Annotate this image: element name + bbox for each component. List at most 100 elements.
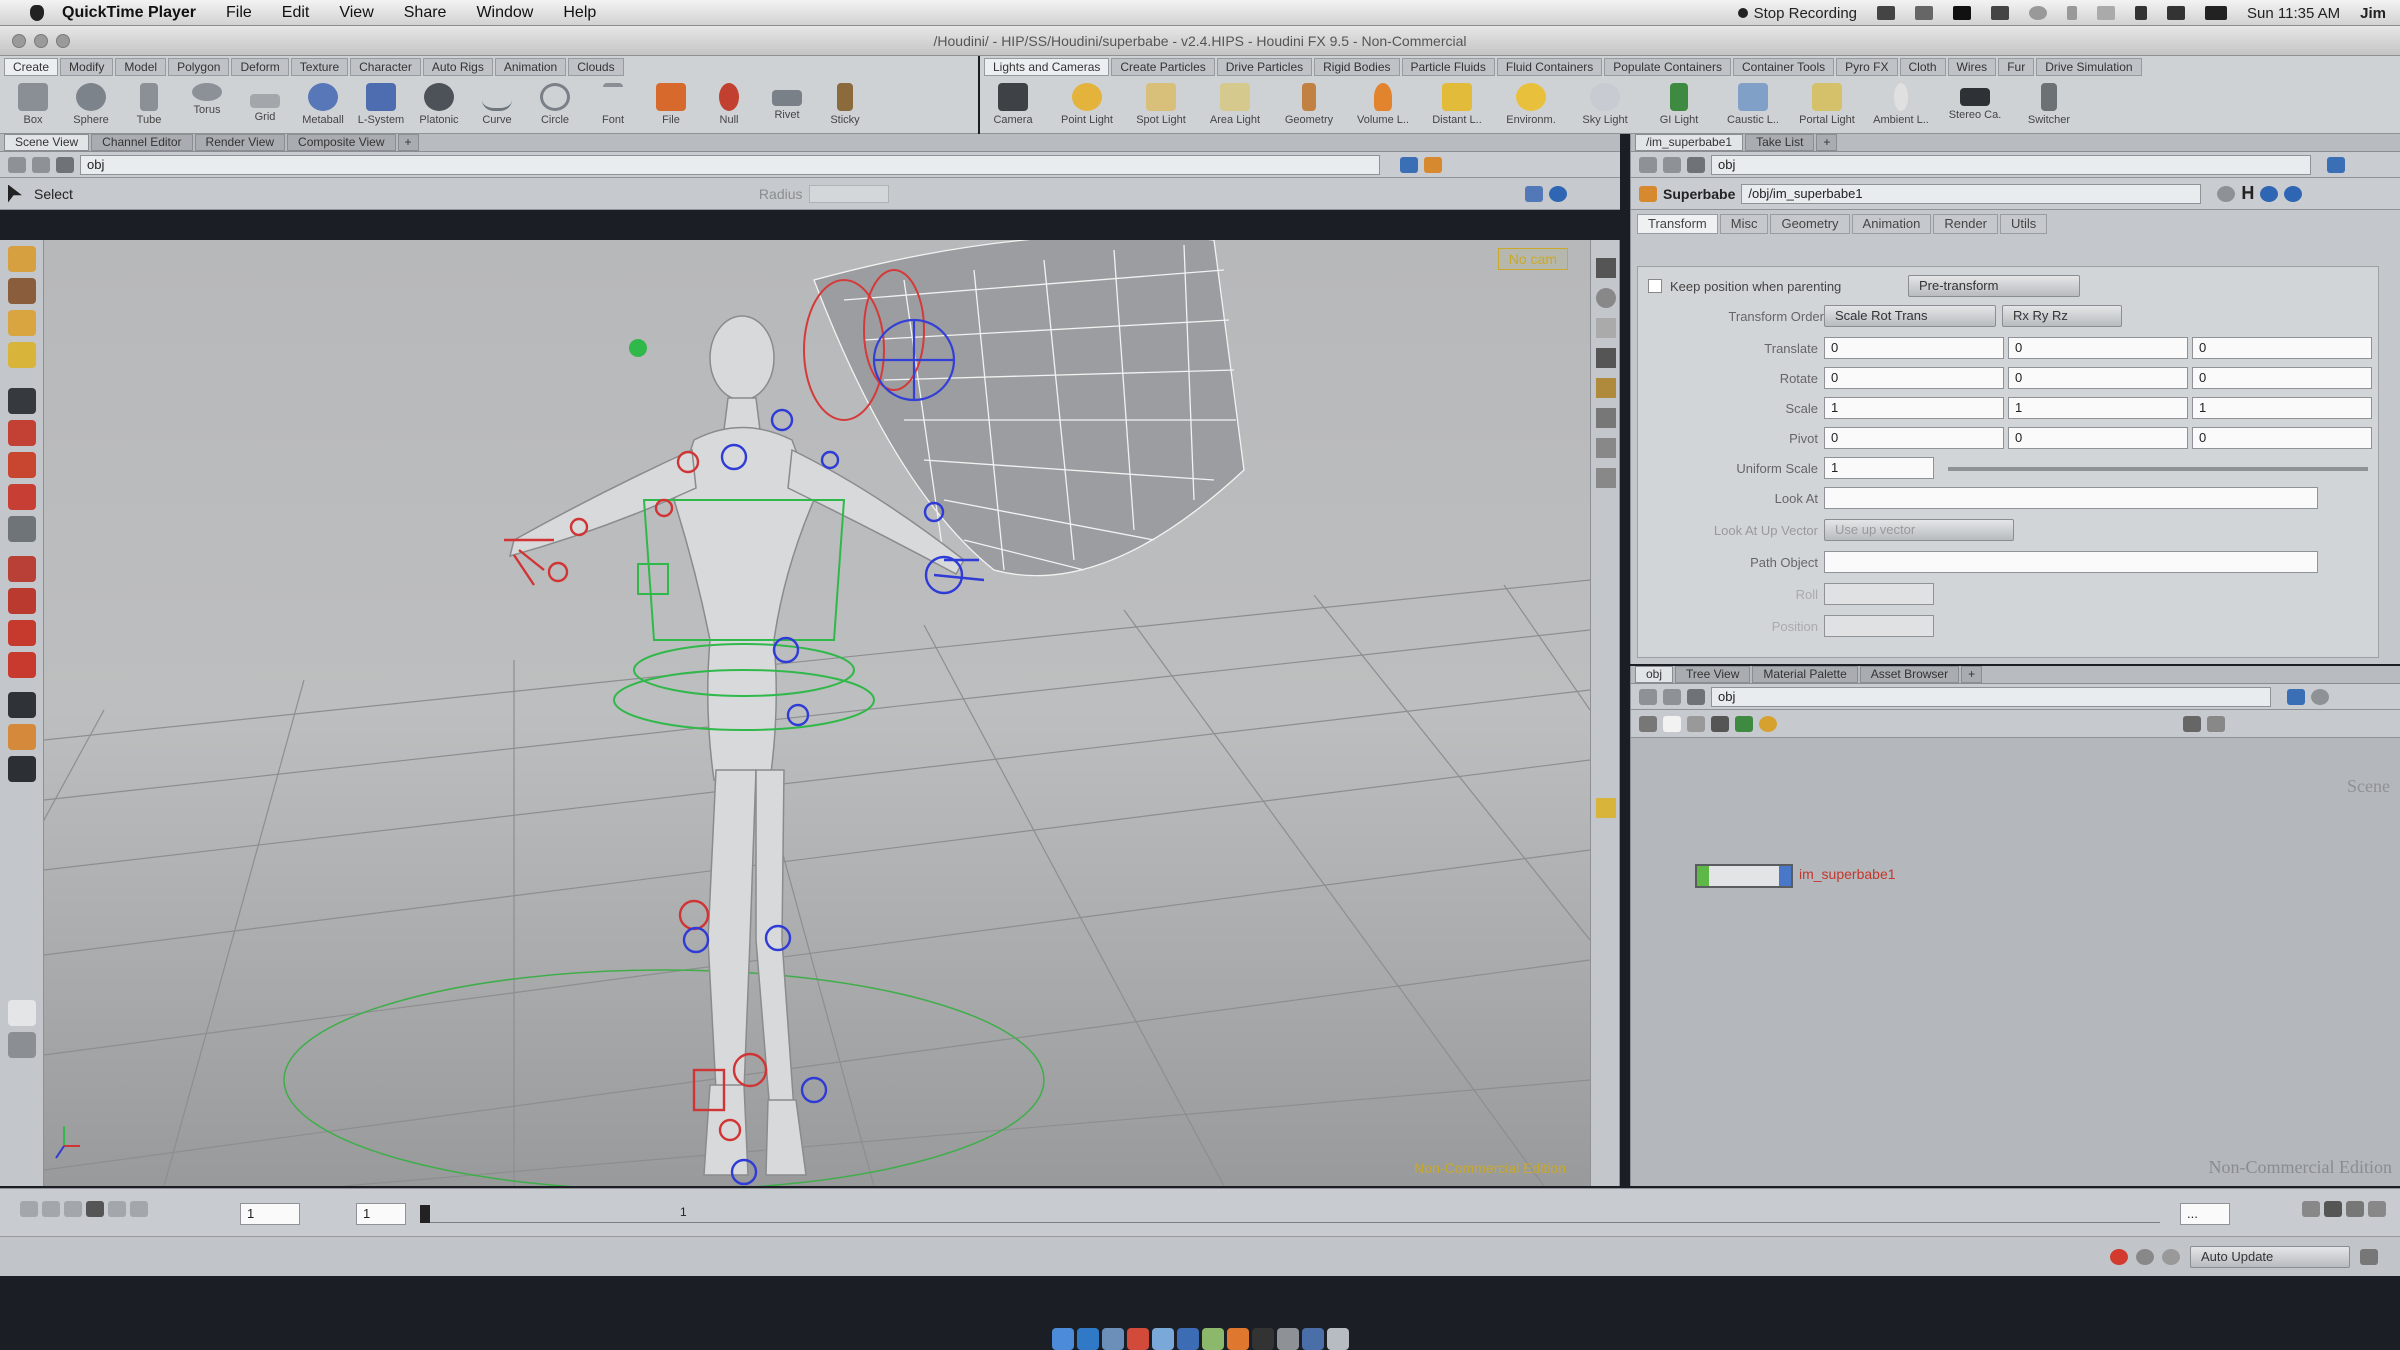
paint-tool-button-2[interactable]	[8, 588, 36, 614]
shelf-tab-create-particles[interactable]: Create Particles	[1111, 58, 1215, 76]
cook-icon[interactable]	[2136, 1249, 2154, 1265]
capture-tool-button[interactable]	[8, 452, 36, 478]
audio-icon[interactable]	[2346, 1201, 2364, 1217]
lock-tool-button[interactable]	[8, 1000, 36, 1026]
shelf-tab-particle-fluids[interactable]: Particle Fluids	[1401, 58, 1495, 76]
zoom-network-icon[interactable]	[2183, 715, 2201, 732]
scale-tool-button[interactable]	[8, 342, 36, 368]
pin-icon[interactable]	[1400, 156, 1418, 173]
translate-z-field[interactable]: 0	[2192, 337, 2372, 359]
tool-grid[interactable]: Grid	[236, 80, 294, 132]
menu-help[interactable]: Help	[563, 4, 596, 22]
rotate-x-field[interactable]: 0	[1824, 367, 2004, 389]
node-path-field[interactable]: /obj/im_superbabe1	[1741, 183, 2202, 204]
tool-box[interactable]: Box	[4, 80, 62, 132]
dock-terminal-icon[interactable]	[1251, 1328, 1274, 1350]
shape-palette-icon[interactable]	[1759, 715, 1777, 732]
tab-material-palette[interactable]: Material Palette	[1752, 666, 1858, 683]
tool-caustic-light[interactable]: Caustic L..	[1724, 80, 1782, 132]
shelf-tab-populate-containers[interactable]: Populate Containers	[1604, 58, 1731, 76]
network-root-icon[interactable]	[1687, 688, 1705, 705]
menubar-user[interactable]: Jim	[2360, 5, 2386, 22]
step-forward-button[interactable]	[130, 1201, 148, 1217]
tab-scene-view[interactable]: Scene View	[4, 134, 90, 151]
dock-safari-icon[interactable]	[1076, 1328, 1099, 1350]
dock-photos-icon[interactable]	[1201, 1328, 1224, 1350]
tool-rivet[interactable]: Rivet	[758, 80, 816, 132]
calendar-icon[interactable]	[1877, 6, 1896, 20]
shelf-tab-lights-cameras[interactable]: Lights and Cameras	[984, 58, 1110, 76]
subtab-animation[interactable]: Animation	[1851, 214, 1932, 234]
shelf-tab-fur[interactable]: Fur	[1998, 58, 2035, 76]
add-pane-tab-button[interactable]: +	[397, 134, 419, 151]
tool-environment-light[interactable]: Environm.	[1502, 80, 1560, 132]
scale-y-field[interactable]: 1	[2008, 397, 2188, 419]
translate-y-field[interactable]: 0	[2008, 337, 2188, 359]
shelf-tab-pyro-fx[interactable]: Pyro FX	[1836, 58, 1898, 76]
menu-view[interactable]: View	[339, 4, 373, 22]
tool-volume-light[interactable]: Volume L..	[1354, 80, 1412, 132]
pivot-x-field[interactable]: 0	[1824, 427, 2004, 449]
tool-lsystem[interactable]: L-System	[352, 80, 410, 132]
help-icon[interactable]	[2284, 185, 2303, 202]
shelf-tab-model[interactable]: Model	[115, 58, 167, 76]
help-icon[interactable]	[1548, 185, 1567, 202]
tool-distant-light[interactable]: Distant L..	[1428, 80, 1486, 132]
app-menu[interactable]: QuickTime Player	[62, 4, 196, 22]
uniform-scale-slider[interactable]	[1948, 467, 2368, 471]
tool-file[interactable]: File	[642, 80, 700, 132]
dock-finder-icon[interactable]	[1051, 1328, 1074, 1350]
timeline-cursor[interactable]	[420, 1205, 430, 1223]
magnet-tool-button[interactable]	[8, 1032, 36, 1058]
menu-share[interactable]: Share	[404, 4, 447, 22]
end-frame-field[interactable]: ...	[2180, 1203, 2230, 1225]
camera-tool-button[interactable]	[8, 756, 36, 782]
weight-tool-button[interactable]	[8, 724, 36, 750]
tool-area-light[interactable]: Area Light	[1206, 80, 1264, 132]
add-pane-tab-button[interactable]: +	[1816, 134, 1838, 151]
rotate-z-field[interactable]: 0	[2192, 367, 2372, 389]
back-icon[interactable]	[1639, 156, 1657, 173]
shelf-tab-create[interactable]: Create	[4, 58, 59, 76]
paint-tool-button-4[interactable]	[8, 652, 36, 678]
bluetooth-icon[interactable]	[2067, 6, 2078, 20]
time-machine-icon[interactable]	[2029, 6, 2048, 20]
shelf-tab-container-tools[interactable]: Container Tools	[1732, 58, 1835, 76]
tool-font[interactable]: Font	[584, 80, 642, 132]
shelf-tab-character[interactable]: Character	[350, 58, 421, 76]
tool-geometry-light[interactable]: Geometry	[1280, 80, 1338, 132]
subtab-render[interactable]: Render	[1933, 214, 1998, 234]
ghost-button[interactable]	[1596, 378, 1616, 398]
paint-tool-button-3[interactable]	[8, 620, 36, 646]
pivot-y-field[interactable]: 0	[2008, 427, 2188, 449]
tool-circle[interactable]: Circle	[526, 80, 584, 132]
one-password-icon[interactable]	[1953, 6, 1972, 20]
subtab-misc[interactable]: Misc	[1719, 214, 1769, 234]
tool-tube[interactable]: Tube	[120, 80, 178, 132]
link-icon[interactable]	[1424, 156, 1442, 173]
look-at-field[interactable]	[1824, 487, 2318, 509]
help-h-icon[interactable]: H	[2241, 183, 2254, 204]
shelf-tab-cloth[interactable]: Cloth	[1899, 58, 1946, 76]
wireframe-button[interactable]	[1596, 318, 1616, 338]
shelf-tab-auto-rigs[interactable]: Auto Rigs	[422, 58, 493, 76]
rotate-order-menu[interactable]: Rx Ry Rz	[2002, 305, 2122, 327]
realtime-icon[interactable]	[2324, 1201, 2342, 1217]
dock-houdini-icon[interactable]	[1226, 1328, 1249, 1350]
dock-mail-icon[interactable]	[1101, 1328, 1124, 1350]
tool-camera[interactable]: Camera	[984, 80, 1042, 132]
step-back-button[interactable]	[42, 1201, 60, 1217]
snap-grid-button[interactable]	[1596, 408, 1616, 428]
status-options-icon[interactable]	[2360, 1249, 2378, 1265]
move-tool-button[interactable]	[8, 278, 36, 304]
tab-channel-editor[interactable]: Channel Editor	[91, 134, 193, 151]
jump-start-button[interactable]	[20, 1201, 38, 1217]
shelf-tab-texture[interactable]: Texture	[290, 58, 349, 76]
tab-composite-view[interactable]: Composite View	[287, 134, 396, 151]
rotate-y-field[interactable]: 0	[2008, 367, 2188, 389]
subtab-geometry[interactable]: Geometry	[1770, 214, 1850, 234]
dock-itunes-icon[interactable]	[1176, 1328, 1199, 1350]
layout-icon[interactable]	[1687, 715, 1705, 732]
radius-field[interactable]	[808, 184, 889, 203]
node-display-flag[interactable]	[1697, 866, 1709, 886]
